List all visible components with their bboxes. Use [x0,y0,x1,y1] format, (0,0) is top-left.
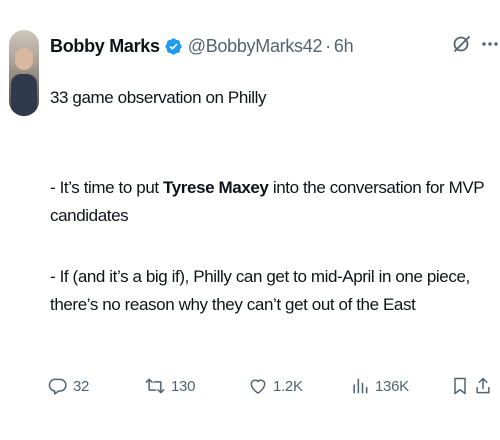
share-icon [474,376,492,396]
views-icon [350,376,370,396]
views-count: 136K [375,377,409,395]
like-count: 1.2K [273,377,303,395]
avatar[interactable] [9,30,39,116]
avatar-shirt [11,74,37,116]
display-name[interactable]: Bobby Marks [50,36,160,57]
more-icon[interactable] [480,34,500,54]
reply-icon [48,376,68,396]
text-bold-name: Tyrese Maxey [163,178,269,197]
like-button[interactable]: 1.2K [248,376,303,396]
tweet-text-line-2: - It’s time to put Tyrese Maxey into the… [50,174,495,230]
verified-badge-icon[interactable] [164,37,183,56]
timestamp[interactable]: 6h [334,36,354,57]
tweet-header: Bobby Marks @BobbyMarks42 · 6h [50,35,354,57]
text-prefix: - It’s time to put [50,178,164,197]
repost-count: 130 [171,377,196,395]
share-button[interactable] [474,376,492,396]
action-bar: 32 130 1.2K 136K [0,376,500,406]
bookmark-icon [451,376,469,396]
views-button[interactable]: 136K [350,376,409,396]
like-icon [248,376,268,396]
tweet-card[interactable]: Bobby Marks @BobbyMarks42 · 6h 33 game o [0,0,500,440]
avatar-face [15,48,33,70]
reply-button[interactable]: 32 [48,376,89,396]
reply-count: 32 [73,377,90,395]
grok-icon[interactable] [452,34,472,54]
repost-icon [144,376,166,396]
separator-dot: · [325,35,331,56]
repost-button[interactable]: 130 [144,376,195,396]
bookmark-button[interactable] [451,376,469,396]
header-actions [452,34,500,54]
tweet-text-line-1: 33 game observation on Philly [50,88,267,107]
user-handle[interactable]: @BobbyMarks42 [188,36,323,57]
tweet-text-line-3: - If (and it’s a big if), Philly can get… [50,267,470,314]
